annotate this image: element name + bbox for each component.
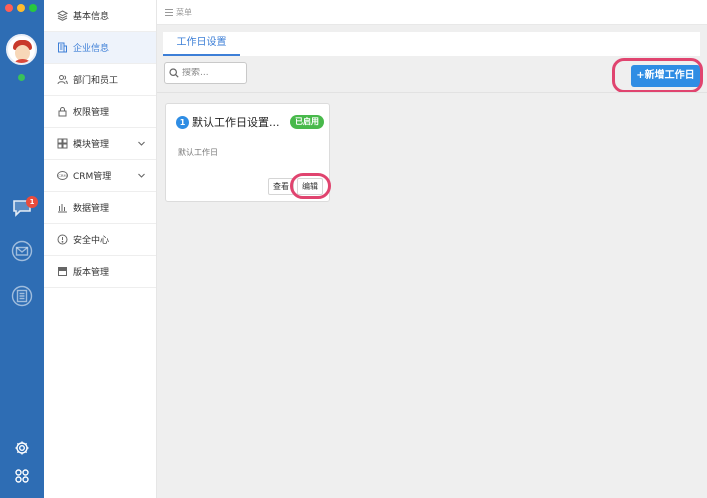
window-controls xyxy=(5,4,37,12)
search-box[interactable] xyxy=(164,62,247,84)
bar-chart-icon xyxy=(57,202,68,213)
sidebar-item-label: 安全中心 xyxy=(73,236,110,246)
sidebar-item-label: 版本管理 xyxy=(73,268,110,278)
maximize-window-button[interactable] xyxy=(29,4,37,12)
minimize-window-button[interactable] xyxy=(17,4,25,12)
sidebar-item-version[interactable]: 版本管理 xyxy=(44,256,156,288)
building-icon xyxy=(57,42,68,53)
search-icon xyxy=(169,68,179,78)
search-input[interactable] xyxy=(182,68,242,78)
document-icon[interactable] xyxy=(11,285,33,307)
card-description: 默认工作日 xyxy=(178,148,218,157)
lock-icon xyxy=(57,106,68,117)
highlight-ring xyxy=(290,173,331,199)
card-title: 默认工作日设置... xyxy=(192,116,280,129)
window-icon xyxy=(57,266,68,277)
menu-label: 菜单 xyxy=(176,7,192,17)
sidebar-item-security[interactable]: 安全中心 xyxy=(44,224,156,256)
mail-icon[interactable] xyxy=(11,240,33,262)
menu-icon xyxy=(165,8,173,16)
sidebar-item-data[interactable]: 数据管理 xyxy=(44,192,156,224)
apps-icon[interactable] xyxy=(14,468,30,484)
sidebar-item-label: 数据管理 xyxy=(73,204,110,214)
sidebar-item-departments[interactable]: 部门和员工 xyxy=(44,64,156,96)
sidebar-item-label: 部门和员工 xyxy=(73,76,119,86)
status-badge: 已启用 xyxy=(290,115,324,129)
settings-sidebar: 基本信息 企业信息 部门和员工 权限管理 模块管理 CRM CRM管理 数据管理… xyxy=(44,0,157,498)
sidebar-item-label: 模块管理 xyxy=(73,140,110,150)
sidebar-item-label: 企业信息 xyxy=(73,44,110,54)
divider xyxy=(157,92,707,93)
layers-icon xyxy=(57,10,68,21)
crm-icon: CRM xyxy=(57,170,68,181)
tab-workday-settings[interactable]: 工作日设置 xyxy=(163,32,240,56)
sidebar-item-modules[interactable]: 模块管理 xyxy=(44,128,156,160)
sidebar-item-label: 权限管理 xyxy=(73,108,110,118)
highlight-ring xyxy=(612,58,703,93)
online-status-dot xyxy=(18,74,25,81)
chevron-down-icon[interactable] xyxy=(137,139,146,148)
chevron-down-icon[interactable] xyxy=(137,171,146,180)
sidebar-item-crm[interactable]: CRM CRM管理 xyxy=(44,160,156,192)
menu-bar[interactable]: 菜单 xyxy=(157,0,707,25)
avatar[interactable] xyxy=(6,34,37,65)
grid-icon xyxy=(57,138,68,149)
sidebar-item-company-info[interactable]: 企业信息 xyxy=(44,32,156,64)
sidebar-item-permissions[interactable]: 权限管理 xyxy=(44,96,156,128)
avatar-body xyxy=(12,59,33,63)
settings-icon[interactable] xyxy=(14,440,30,456)
app-rail: 1 xyxy=(0,0,44,498)
sidebar-item-label: 基本信息 xyxy=(73,12,110,22)
users-icon xyxy=(57,74,68,85)
card-index-badge: 1 xyxy=(176,116,189,129)
alert-circle-icon xyxy=(57,234,68,245)
svg-text:CRM: CRM xyxy=(58,173,67,178)
close-window-button[interactable] xyxy=(5,4,13,12)
sidebar-item-basic-info[interactable]: 基本信息 xyxy=(44,0,156,32)
message-badge: 1 xyxy=(26,196,38,208)
sidebar-item-label: CRM管理 xyxy=(73,172,112,182)
main-content: 菜单 工作日设置 +新增工作日 1 默认工作日设置... 已启用 默认工作日 查… xyxy=(157,0,707,498)
tab-bar: 工作日设置 xyxy=(163,32,700,56)
